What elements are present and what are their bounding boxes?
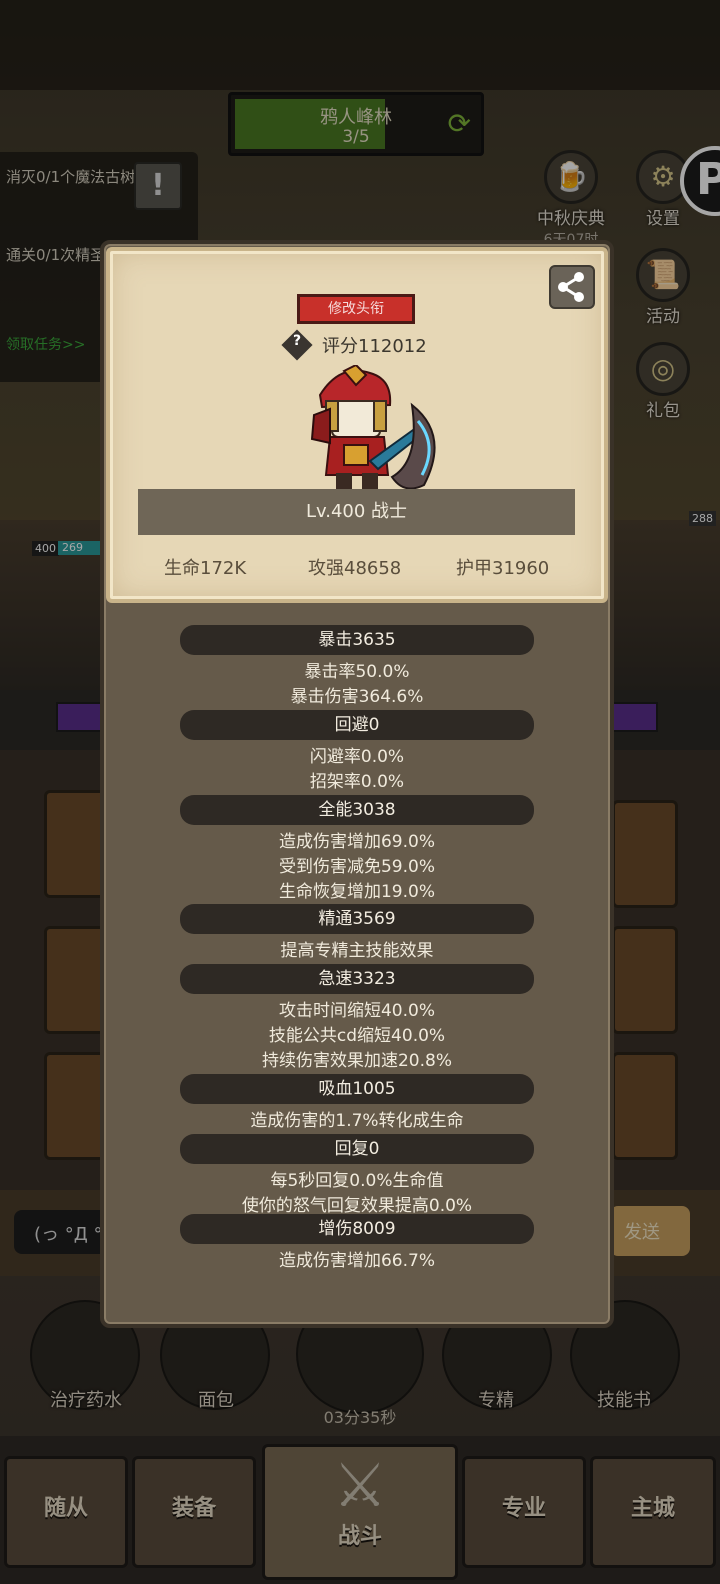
attr-line: 技能公共cd缩短40.0% — [268, 1026, 446, 1046]
score-row: ? 评分112012 — [281, 329, 482, 361]
attr-header-regen: 回复0 — [180, 1134, 534, 1164]
warrior-avatar — [310, 365, 436, 493]
attr-header-mastery: 精通3569 — [180, 904, 534, 934]
attr-line: 造成伤害的1.7%转化成生命 — [250, 1111, 464, 1131]
attr-header-lifesteal: 吸血1005 — [180, 1074, 534, 1104]
attr-line: 造成伤害增加69.0% — [278, 832, 435, 852]
attr-line: 暴击率50.0% — [304, 662, 410, 682]
attr-line: 提高专精主技能效果 — [280, 941, 434, 961]
combat-score: 评分112012 — [322, 336, 427, 357]
attr-header-avoidance: 回避0 — [180, 710, 534, 740]
attr-line: 生命恢复增加19.0% — [278, 882, 435, 902]
attr-line: 攻击时间缩短40.0% — [278, 1001, 435, 1021]
attr-line: 闪避率0.0% — [309, 747, 405, 767]
share-button[interactable] — [549, 265, 595, 309]
attr-line: 暴击伤害364.6% — [290, 687, 424, 707]
change-title-button[interactable]: 修改头衔 — [297, 294, 415, 324]
attr-header-damage-bonus: 增伤8009 — [180, 1214, 534, 1244]
attr-header-haste: 急速3323 — [180, 964, 534, 994]
stat-attack: 攻强48658 — [308, 558, 402, 579]
attr-line: 造成伤害增加66.7% — [278, 1251, 435, 1271]
attr-line: 受到伤害减免59.0% — [278, 857, 435, 877]
attr-line: 每5秒回复0.0%生命值 — [270, 1171, 444, 1191]
level-class-banner: Lv.400 战士 — [138, 489, 575, 535]
attr-line: 招架率0.0% — [309, 772, 405, 792]
attr-line: 使你的怒气回复效果提高0.0% — [241, 1196, 473, 1216]
share-icon — [558, 272, 584, 302]
stat-armor: 护甲31960 — [456, 558, 550, 579]
attr-header-crit: 暴击3635 — [180, 625, 534, 655]
question-mark-icon: ? — [292, 333, 302, 349]
attr-line: 持续伤害效果加速20.8% — [261, 1051, 452, 1071]
stat-hp: 生命172K — [164, 558, 247, 579]
attr-header-versatility: 全能3038 — [180, 795, 534, 825]
